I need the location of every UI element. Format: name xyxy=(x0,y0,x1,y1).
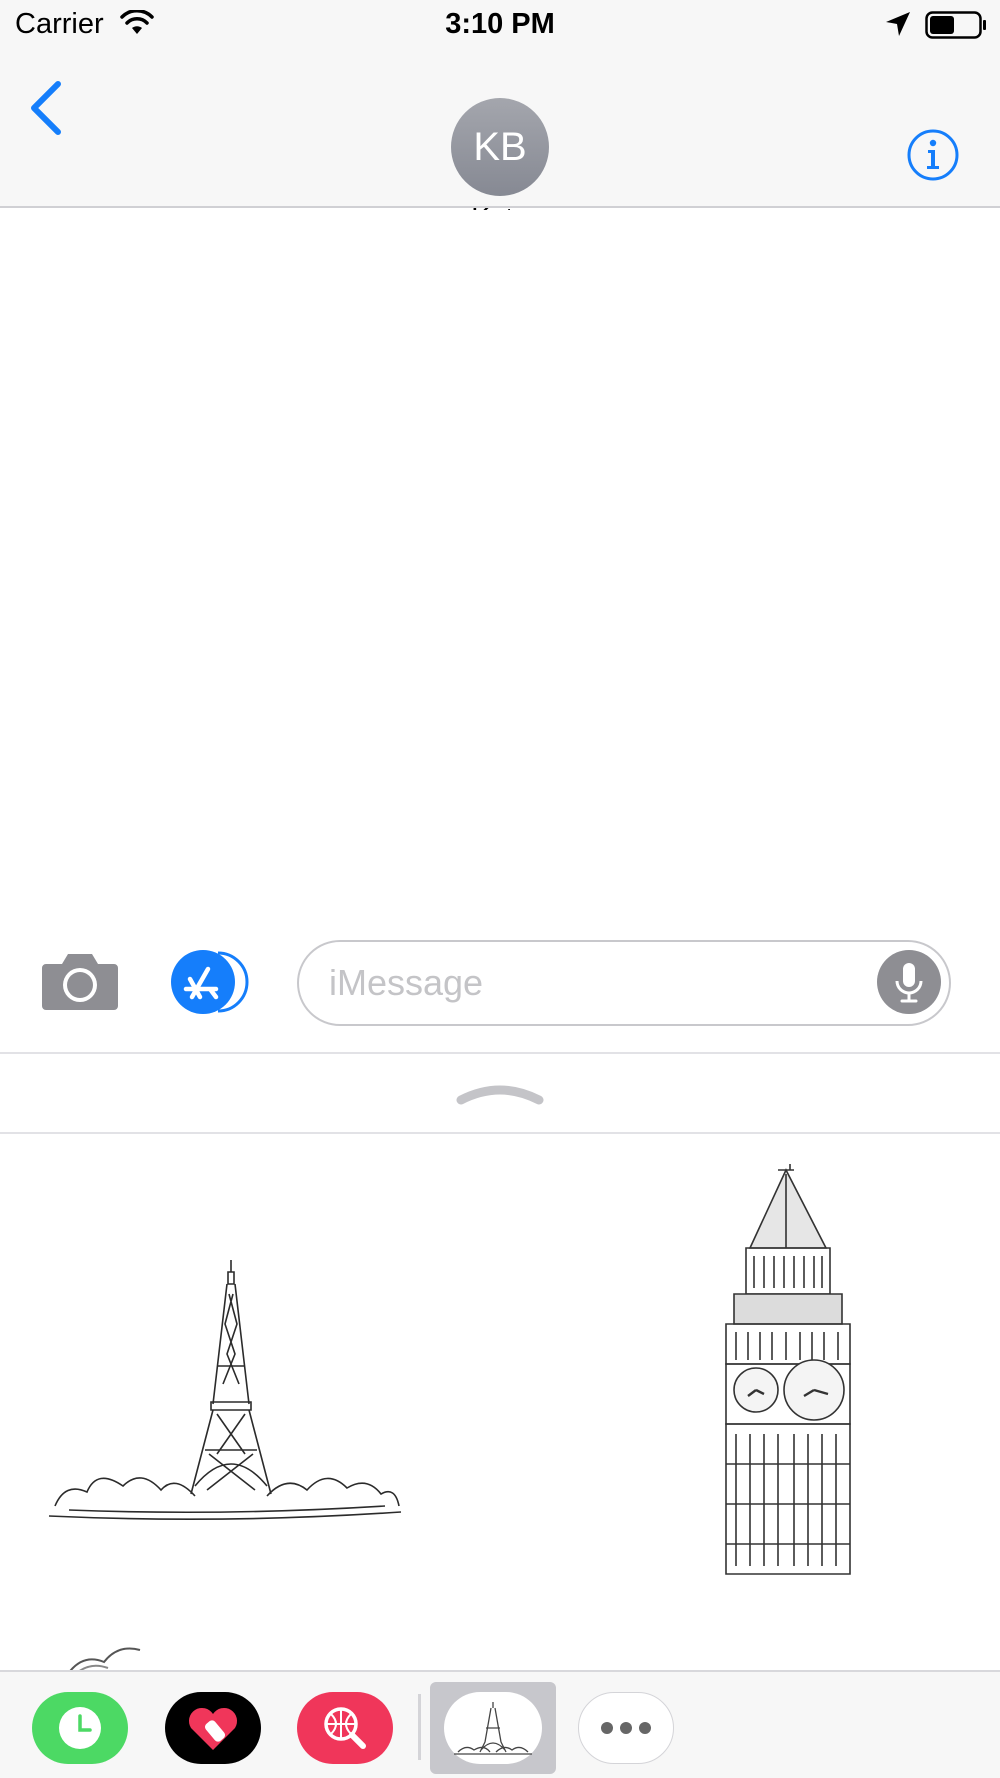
status-bar: Carrier 3:10 PM xyxy=(0,0,1000,50)
more-apps-button[interactable] xyxy=(578,1692,674,1764)
location-arrow-icon xyxy=(886,12,910,36)
globe-search-icon xyxy=(324,1707,366,1749)
app-drawer-header xyxy=(0,1054,1000,1134)
big-ben-sticker[interactable] xyxy=(690,1164,890,1584)
compose-bar xyxy=(0,930,1000,1054)
camera-icon[interactable] xyxy=(40,950,120,1012)
app-store-icon[interactable] xyxy=(170,949,256,1015)
conversation-header: KB Kate xyxy=(0,50,1000,233)
contact-avatar[interactable]: KB xyxy=(451,98,549,196)
partial-sticker[interactable] xyxy=(60,1642,150,1670)
clock-icon xyxy=(59,1707,101,1749)
message-input[interactable] xyxy=(329,960,849,1006)
info-icon[interactable] xyxy=(906,128,960,182)
eiffel-tower-icon xyxy=(454,1702,532,1755)
imessage-app-tray xyxy=(0,1670,1000,1778)
hearts-app-button[interactable] xyxy=(165,1692,261,1764)
ellipsis-icon xyxy=(601,1722,651,1734)
microphone-icon xyxy=(895,963,923,1003)
tray-divider xyxy=(418,1694,421,1760)
dictation-button[interactable] xyxy=(877,950,941,1014)
clock: 3:10 PM xyxy=(445,8,555,40)
expand-chevron-icon[interactable] xyxy=(455,1082,545,1106)
message-list[interactable] xyxy=(0,210,1000,930)
sticker-browser[interactable] xyxy=(0,1134,1000,1670)
eiffel-tower-sticker[interactable] xyxy=(45,1254,405,1594)
image-search-app-button[interactable] xyxy=(297,1692,393,1764)
heart-icon xyxy=(188,1707,238,1750)
message-input-container xyxy=(297,940,951,1026)
eiffel-sticker-app-button[interactable] xyxy=(444,1692,542,1764)
back-button[interactable] xyxy=(22,76,72,136)
battery-icon xyxy=(925,11,986,39)
recents-app-button[interactable] xyxy=(32,1692,128,1764)
